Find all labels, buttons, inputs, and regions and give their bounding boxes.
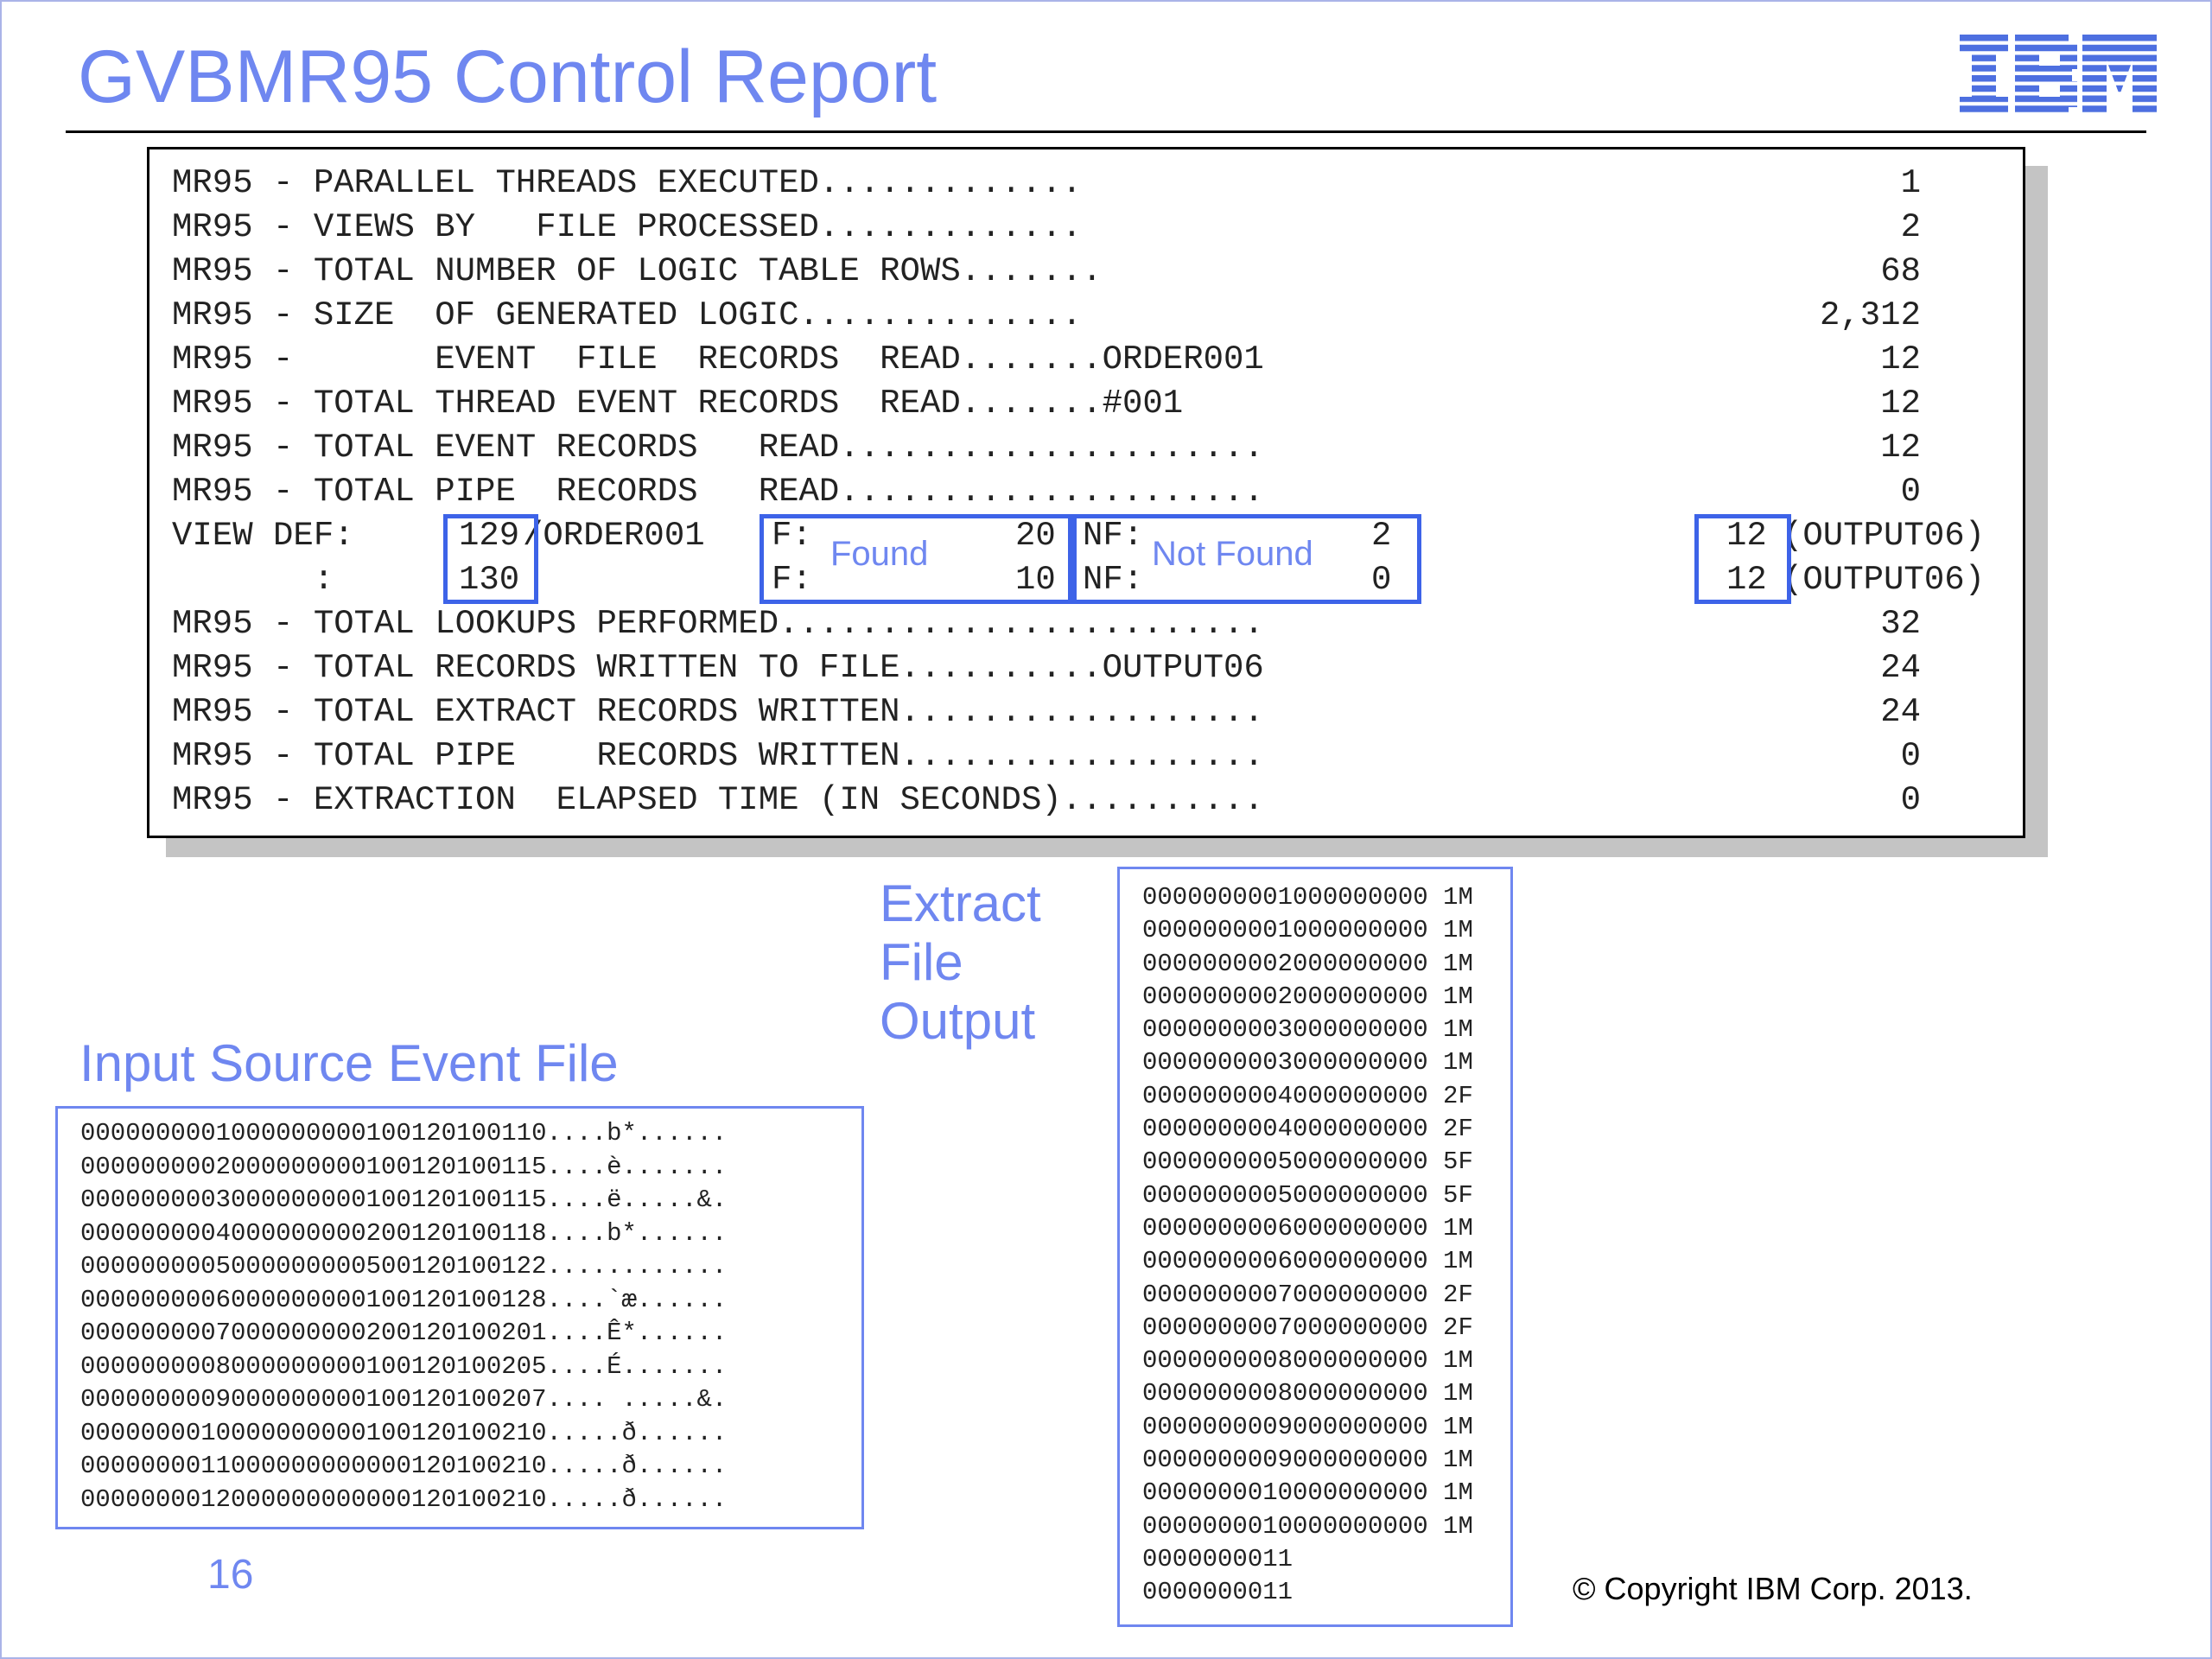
report-row-value: 24 <box>1880 649 1921 687</box>
ibm-logo-icon <box>1960 35 2157 116</box>
extract-line: 0000000001000000000 1M <box>1142 883 1473 912</box>
report-row-label: MR95 - TOTAL PIPE RECORDS WRITTEN.......… <box>172 737 1264 775</box>
report-row-label: MR95 - TOTAL THREAD EVENT RECORDS READ..… <box>172 385 1184 423</box>
extract-line: 0000000011 <box>1142 1544 1294 1573</box>
notfound-callout: Not Found <box>1152 535 1313 573</box>
input-line: 0000000004000000000200120100118....b*...… <box>80 1218 728 1248</box>
input-line: 0000000009000000000100120100207.... ....… <box>80 1385 728 1414</box>
input-line: 0000000011000000000000120100210.....ð...… <box>80 1452 728 1480</box>
report-row-value: 12 <box>1880 429 1921 467</box>
report-row-label: MR95 - TOTAL RECORDS WRITTEN TO FILE....… <box>172 649 1264 687</box>
input-file-box: 0000000001000000000100120100110....b*...… <box>55 1106 864 1529</box>
input-line: 0000000012000000000000120100210.....ð...… <box>80 1484 728 1514</box>
extract-line: 0000000006000000000 1M <box>1142 1213 1473 1243</box>
extract-title: Extract File Output <box>880 874 1041 1051</box>
report-row-label: MR95 - TOTAL LOOKUPS PERFORMED..........… <box>172 605 1264 643</box>
input-line: 0000000008000000000100120100205....É....… <box>80 1351 728 1381</box>
report-row-value: 0 <box>1900 781 1921 819</box>
input-line: 0000000010000000000100120100210.....ð...… <box>80 1418 728 1447</box>
extract-line: 0000000003000000000 1M <box>1142 1015 1473 1045</box>
extract-file-box: 0000000001000000000 1M 00000000010000000… <box>1117 867 1513 1627</box>
extract-line: 0000000007000000000 2F <box>1142 1280 1473 1309</box>
extract-title-line: File <box>880 933 963 991</box>
extract-line: 0000000011 <box>1142 1578 1294 1607</box>
input-line: 0000000002000000000100120100115....è....… <box>80 1152 728 1181</box>
extract-line: 0000000001000000000 1M <box>1142 916 1473 945</box>
report-row-label: MR95 - VIEWS BY FILE PROCESSED..........… <box>172 208 1083 246</box>
extract-line: 0000000002000000000 1M <box>1142 949 1473 978</box>
report-row-label: MR95 - TOTAL EVENT RECORDS READ.........… <box>172 429 1264 467</box>
report-row-value: 0 <box>1900 737 1921 775</box>
report-row-label: MR95 - PARALLEL THREADS EXECUTED........… <box>172 164 1083 202</box>
report-row-label: MR95 - TOTAL NUMBER OF LOGIC TABLE ROWS.… <box>172 252 1103 290</box>
view-def-prefix: VIEW DEF: <box>172 517 354 555</box>
page-number: 16 <box>207 1552 254 1598</box>
extract-line: 0000000010000000000 1M <box>1142 1478 1473 1508</box>
extract-line: 0000000007000000000 2F <box>1142 1313 1473 1342</box>
extract-line: 0000000006000000000 1M <box>1142 1247 1473 1276</box>
report-row-value: 12 <box>1880 385 1921 423</box>
view-def-output: (OUTPUT06) <box>1783 517 1986 555</box>
value-highlight <box>1694 514 1791 604</box>
extract-line: 0000000009000000000 1M <box>1142 1412 1473 1441</box>
report-row-value: 0 <box>1900 473 1921 511</box>
report-row-value: 2 <box>1900 208 1921 246</box>
input-title: Input Source Event File <box>79 1034 619 1092</box>
extract-line: 0000000009000000000 1M <box>1142 1446 1473 1475</box>
report-row-label: MR95 - SIZE OF GENERATED LOGIC..........… <box>172 296 1083 334</box>
title-divider <box>66 130 2146 133</box>
report-row-label: MR95 - EVENT FILE RECORDS READ.......ORD… <box>172 340 1264 378</box>
extract-line: 0000000008000000000 1M <box>1142 1379 1473 1408</box>
input-line: 0000000003000000000100120100115....ë....… <box>80 1185 728 1214</box>
view-def-file: /ORDER001 <box>523 517 705 555</box>
report-row-value: 68 <box>1880 252 1921 290</box>
extract-line: 0000000002000000000 1M <box>1142 982 1473 1011</box>
input-line: 0000000005000000000500120100122.........… <box>80 1252 728 1281</box>
extract-line: 0000000010000000000 1M <box>1142 1511 1473 1541</box>
page-title: GVBMR95 Control Report <box>78 35 938 118</box>
control-report-box: MR95 - PARALLEL THREADS EXECUTED........… <box>147 147 2025 838</box>
report-row-value: 24 <box>1880 693 1921 731</box>
input-line: 0000000007000000000200120100201....Ê*...… <box>80 1319 728 1347</box>
view-def-output: (OUTPUT06) <box>1783 561 1986 599</box>
found-callout: Found <box>830 535 929 573</box>
copyright-notice: © Copyright IBM Corp. 2013. <box>1573 1571 1973 1606</box>
extract-line: 0000000005000000000 5F <box>1142 1147 1473 1177</box>
report-row-value: 1 <box>1900 164 1921 202</box>
report-row-value: 12 <box>1880 340 1921 378</box>
report-row-value: 2,312 <box>1819 296 1921 334</box>
extract-line: 0000000003000000000 1M <box>1142 1048 1473 1077</box>
view-def-prefix: : <box>172 561 334 599</box>
extract-line: 0000000008000000000 1M <box>1142 1346 1473 1376</box>
extract-line: 0000000005000000000 5F <box>1142 1180 1473 1210</box>
view-id-highlight <box>443 514 538 604</box>
report-row-label: MR95 - TOTAL EXTRACT RECORDS WRITTEN....… <box>172 693 1264 731</box>
extract-title-line: Extract <box>880 874 1041 932</box>
extract-title-line: Output <box>880 992 1036 1050</box>
extract-line: 0000000004000000000 2F <box>1142 1115 1473 1144</box>
input-line: 0000000001000000000100120100110....b*...… <box>80 1119 728 1147</box>
input-line: 0000000006000000000100120100128....`æ...… <box>80 1285 728 1314</box>
report-row-label: MR95 - EXTRACTION ELAPSED TIME (IN SECON… <box>172 781 1264 819</box>
report-row-label: MR95 - TOTAL PIPE RECORDS READ..........… <box>172 473 1264 511</box>
extract-line: 0000000004000000000 2F <box>1142 1081 1473 1110</box>
report-row-value: 32 <box>1880 605 1921 643</box>
